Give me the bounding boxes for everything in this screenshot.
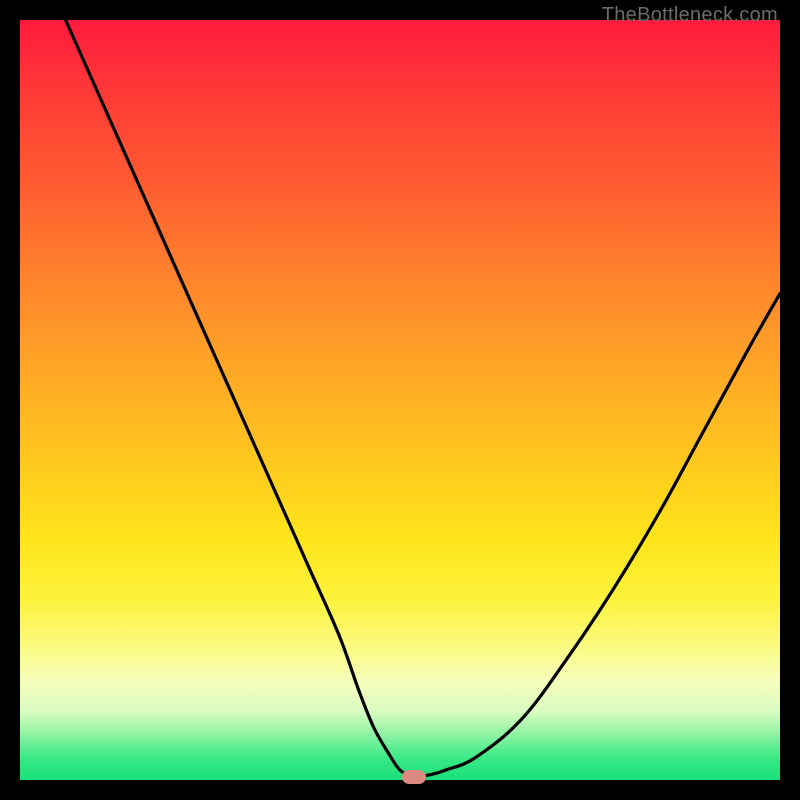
bottleneck-curve bbox=[66, 20, 780, 776]
watermark-text: TheBottleneck.com bbox=[602, 4, 778, 27]
plot-area bbox=[20, 20, 780, 780]
optimal-marker bbox=[402, 770, 426, 784]
curve-svg bbox=[20, 20, 780, 780]
chart-stage: TheBottleneck.com bbox=[0, 0, 800, 800]
